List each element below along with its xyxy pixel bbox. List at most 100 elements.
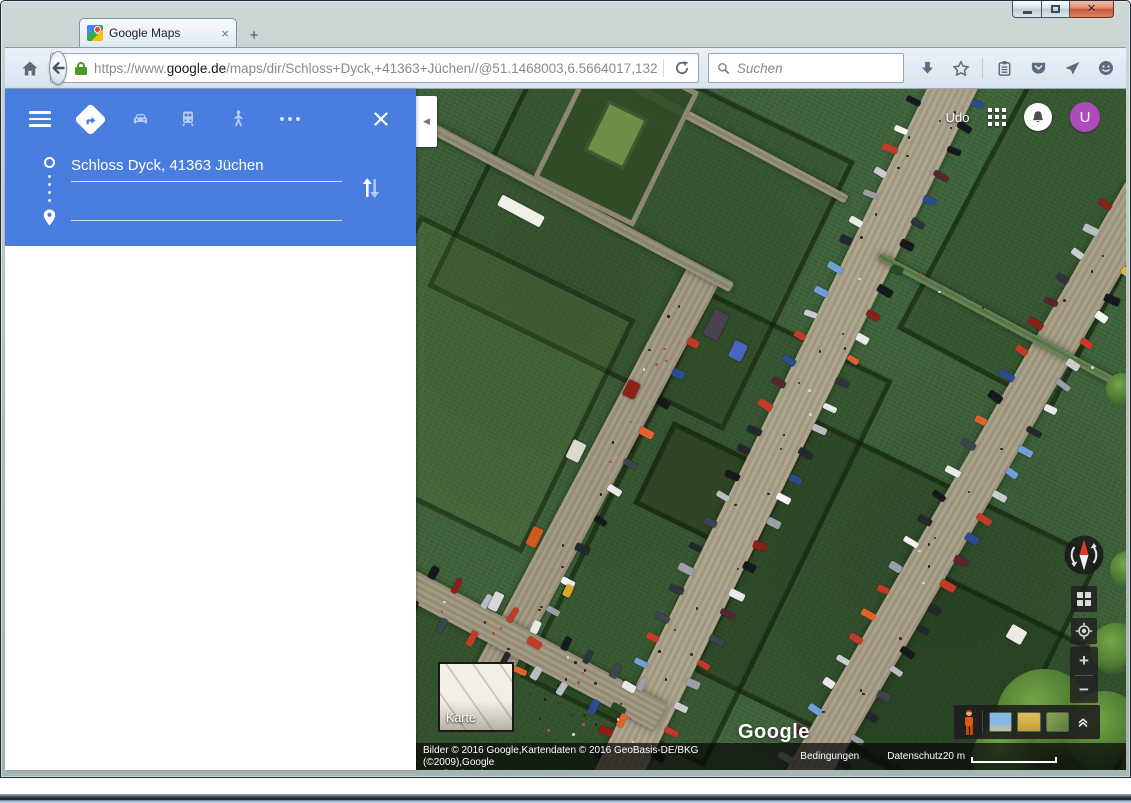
search-box[interactable] — [708, 53, 904, 83]
star-icon — [952, 60, 970, 77]
download-icon — [919, 60, 936, 76]
https-padlock-icon[interactable] — [75, 62, 87, 75]
maximize-button[interactable] — [1042, 1, 1070, 18]
home-icon — [21, 60, 39, 77]
terms-link[interactable]: Bedingungen — [800, 751, 859, 763]
pegman-icon[interactable] — [963, 710, 975, 735]
title-bar[interactable]: ✕ Google Maps × + — [5, 1, 1126, 47]
close-icon: ✕ — [1087, 4, 1096, 15]
maximize-icon — [1051, 5, 1060, 13]
double-chevron-up-icon — [1075, 714, 1091, 730]
send-tab-button[interactable] — [1057, 53, 1087, 83]
google-apps-grid-icon[interactable] — [988, 108, 1007, 127]
tab-close-icon[interactable]: × — [221, 27, 229, 40]
car-icon — [131, 110, 150, 128]
url-text[interactable]: https://www.google.de/maps/dir/Schloss+D… — [94, 61, 657, 76]
map-tiles-button[interactable] — [1071, 586, 1097, 612]
close-directions-button[interactable] — [368, 106, 394, 132]
train-icon — [179, 110, 197, 128]
attribution-bar: Bilder © 2016 Google,Kartendaten © 2016 … — [416, 743, 1126, 770]
copyright-text: Bilder © 2016 Google,Kartendaten © 2016 … — [423, 745, 772, 769]
search-input[interactable] — [737, 61, 896, 76]
left-triangle-icon: ◀ — [423, 116, 430, 127]
toolbar-separator — [982, 58, 983, 78]
mode-walking[interactable] — [225, 106, 251, 132]
google-maps-favicon — [87, 25, 103, 41]
tab-google-maps[interactable]: Google Maps × — [79, 18, 237, 47]
minimize-icon — [1023, 11, 1032, 14]
bookmark-star-button[interactable] — [946, 53, 976, 83]
account-avatar[interactable]: U — [1070, 102, 1100, 132]
zoom-control: + − — [1070, 647, 1098, 703]
url-bar[interactable]: https://www.google.de/maps/dir/Schloss+D… — [50, 53, 699, 83]
window-controls: ✕ — [1012, 1, 1114, 18]
panel-divider — [982, 711, 983, 733]
mode-best-travel[interactable] — [77, 106, 103, 132]
zoom-out-button[interactable]: − — [1070, 676, 1098, 704]
imagery-thumbnail-1[interactable] — [990, 713, 1011, 731]
tiles-grid-icon — [1077, 592, 1091, 606]
account-row: Udo U — [946, 102, 1100, 132]
close-button[interactable]: ✕ — [1070, 1, 1114, 18]
back-button[interactable] — [49, 51, 67, 85]
directions-diamond-icon — [74, 103, 107, 136]
waypoint-rail — [27, 149, 71, 226]
paper-plane-icon — [1064, 60, 1081, 76]
bookmarks-menu-button[interactable] — [989, 53, 1019, 83]
maps-menu-button[interactable] — [27, 106, 53, 132]
imagery-thumbnail-3[interactable] — [1047, 713, 1068, 731]
mode-driving[interactable] — [127, 106, 153, 132]
waypoint-fields — [71, 149, 348, 226]
toolbar-icons — [912, 53, 1131, 83]
compass-control[interactable] — [1062, 533, 1106, 577]
window-frame-bottom — [0, 794, 1131, 803]
location-crosshair-icon — [1075, 622, 1093, 640]
navigation-toolbar: https://www.google.de/maps/dir/Schloss+D… — [5, 47, 1126, 89]
hello-chat-button[interactable] — [1091, 53, 1121, 83]
new-tab-button[interactable]: + — [239, 23, 269, 47]
menu-icon — [29, 111, 51, 127]
swap-waypoints-button[interactable] — [348, 149, 394, 226]
directions-panel — [5, 89, 416, 770]
scale-bar — [971, 757, 1057, 763]
scale-label: 20 m — [943, 751, 965, 763]
waypoints — [27, 149, 394, 226]
collapse-panel-button[interactable]: ◀ — [416, 96, 437, 147]
map-type-toggle[interactable]: Karte — [438, 662, 514, 732]
close-x-icon — [373, 111, 389, 127]
privacy-link[interactable]: Datenschutz — [887, 751, 943, 763]
tab-strip: Google Maps × + — [79, 18, 269, 47]
notifications-button[interactable] — [1024, 103, 1052, 131]
back-arrow-icon — [50, 60, 66, 76]
mode-transit[interactable] — [175, 106, 201, 132]
pedestrian-icon — [230, 110, 246, 128]
clipboard-icon — [996, 60, 1013, 77]
feedback-link[interactable]: Feedback geben — [423, 769, 498, 770]
map-canvas[interactable]: ◀ Udo U — [416, 89, 1126, 770]
mode-more-options[interactable] — [277, 106, 303, 132]
reload-icon — [674, 60, 690, 76]
page-content: ◀ Udo U — [5, 89, 1126, 770]
downloads-button[interactable] — [912, 53, 942, 83]
menu-button[interactable] — [1125, 53, 1131, 83]
destination-input[interactable] — [71, 191, 342, 221]
origin-input[interactable] — [71, 149, 342, 182]
user-label: Udo — [946, 110, 970, 125]
pocket-button[interactable] — [1023, 53, 1053, 83]
swap-arrows-icon — [361, 176, 381, 200]
minimize-button[interactable] — [1012, 1, 1042, 18]
satellite-imagery[interactable] — [416, 89, 1126, 770]
smiley-icon — [1097, 59, 1115, 77]
google-logo: Google — [738, 721, 810, 744]
home-button[interactable] — [15, 53, 45, 83]
reload-button[interactable] — [670, 56, 694, 80]
url-divider — [663, 59, 664, 77]
tab-title: Google Maps — [109, 26, 215, 40]
map-type-label: Karte — [446, 711, 476, 725]
zoom-in-button[interactable]: + — [1070, 647, 1098, 675]
expand-imagery-button[interactable] — [1075, 714, 1091, 730]
my-location-button[interactable] — [1071, 618, 1097, 644]
imagery-thumbnail-2[interactable] — [1018, 713, 1039, 731]
scale-control: 20 m — [943, 751, 1057, 763]
travel-mode-row — [27, 105, 394, 133]
